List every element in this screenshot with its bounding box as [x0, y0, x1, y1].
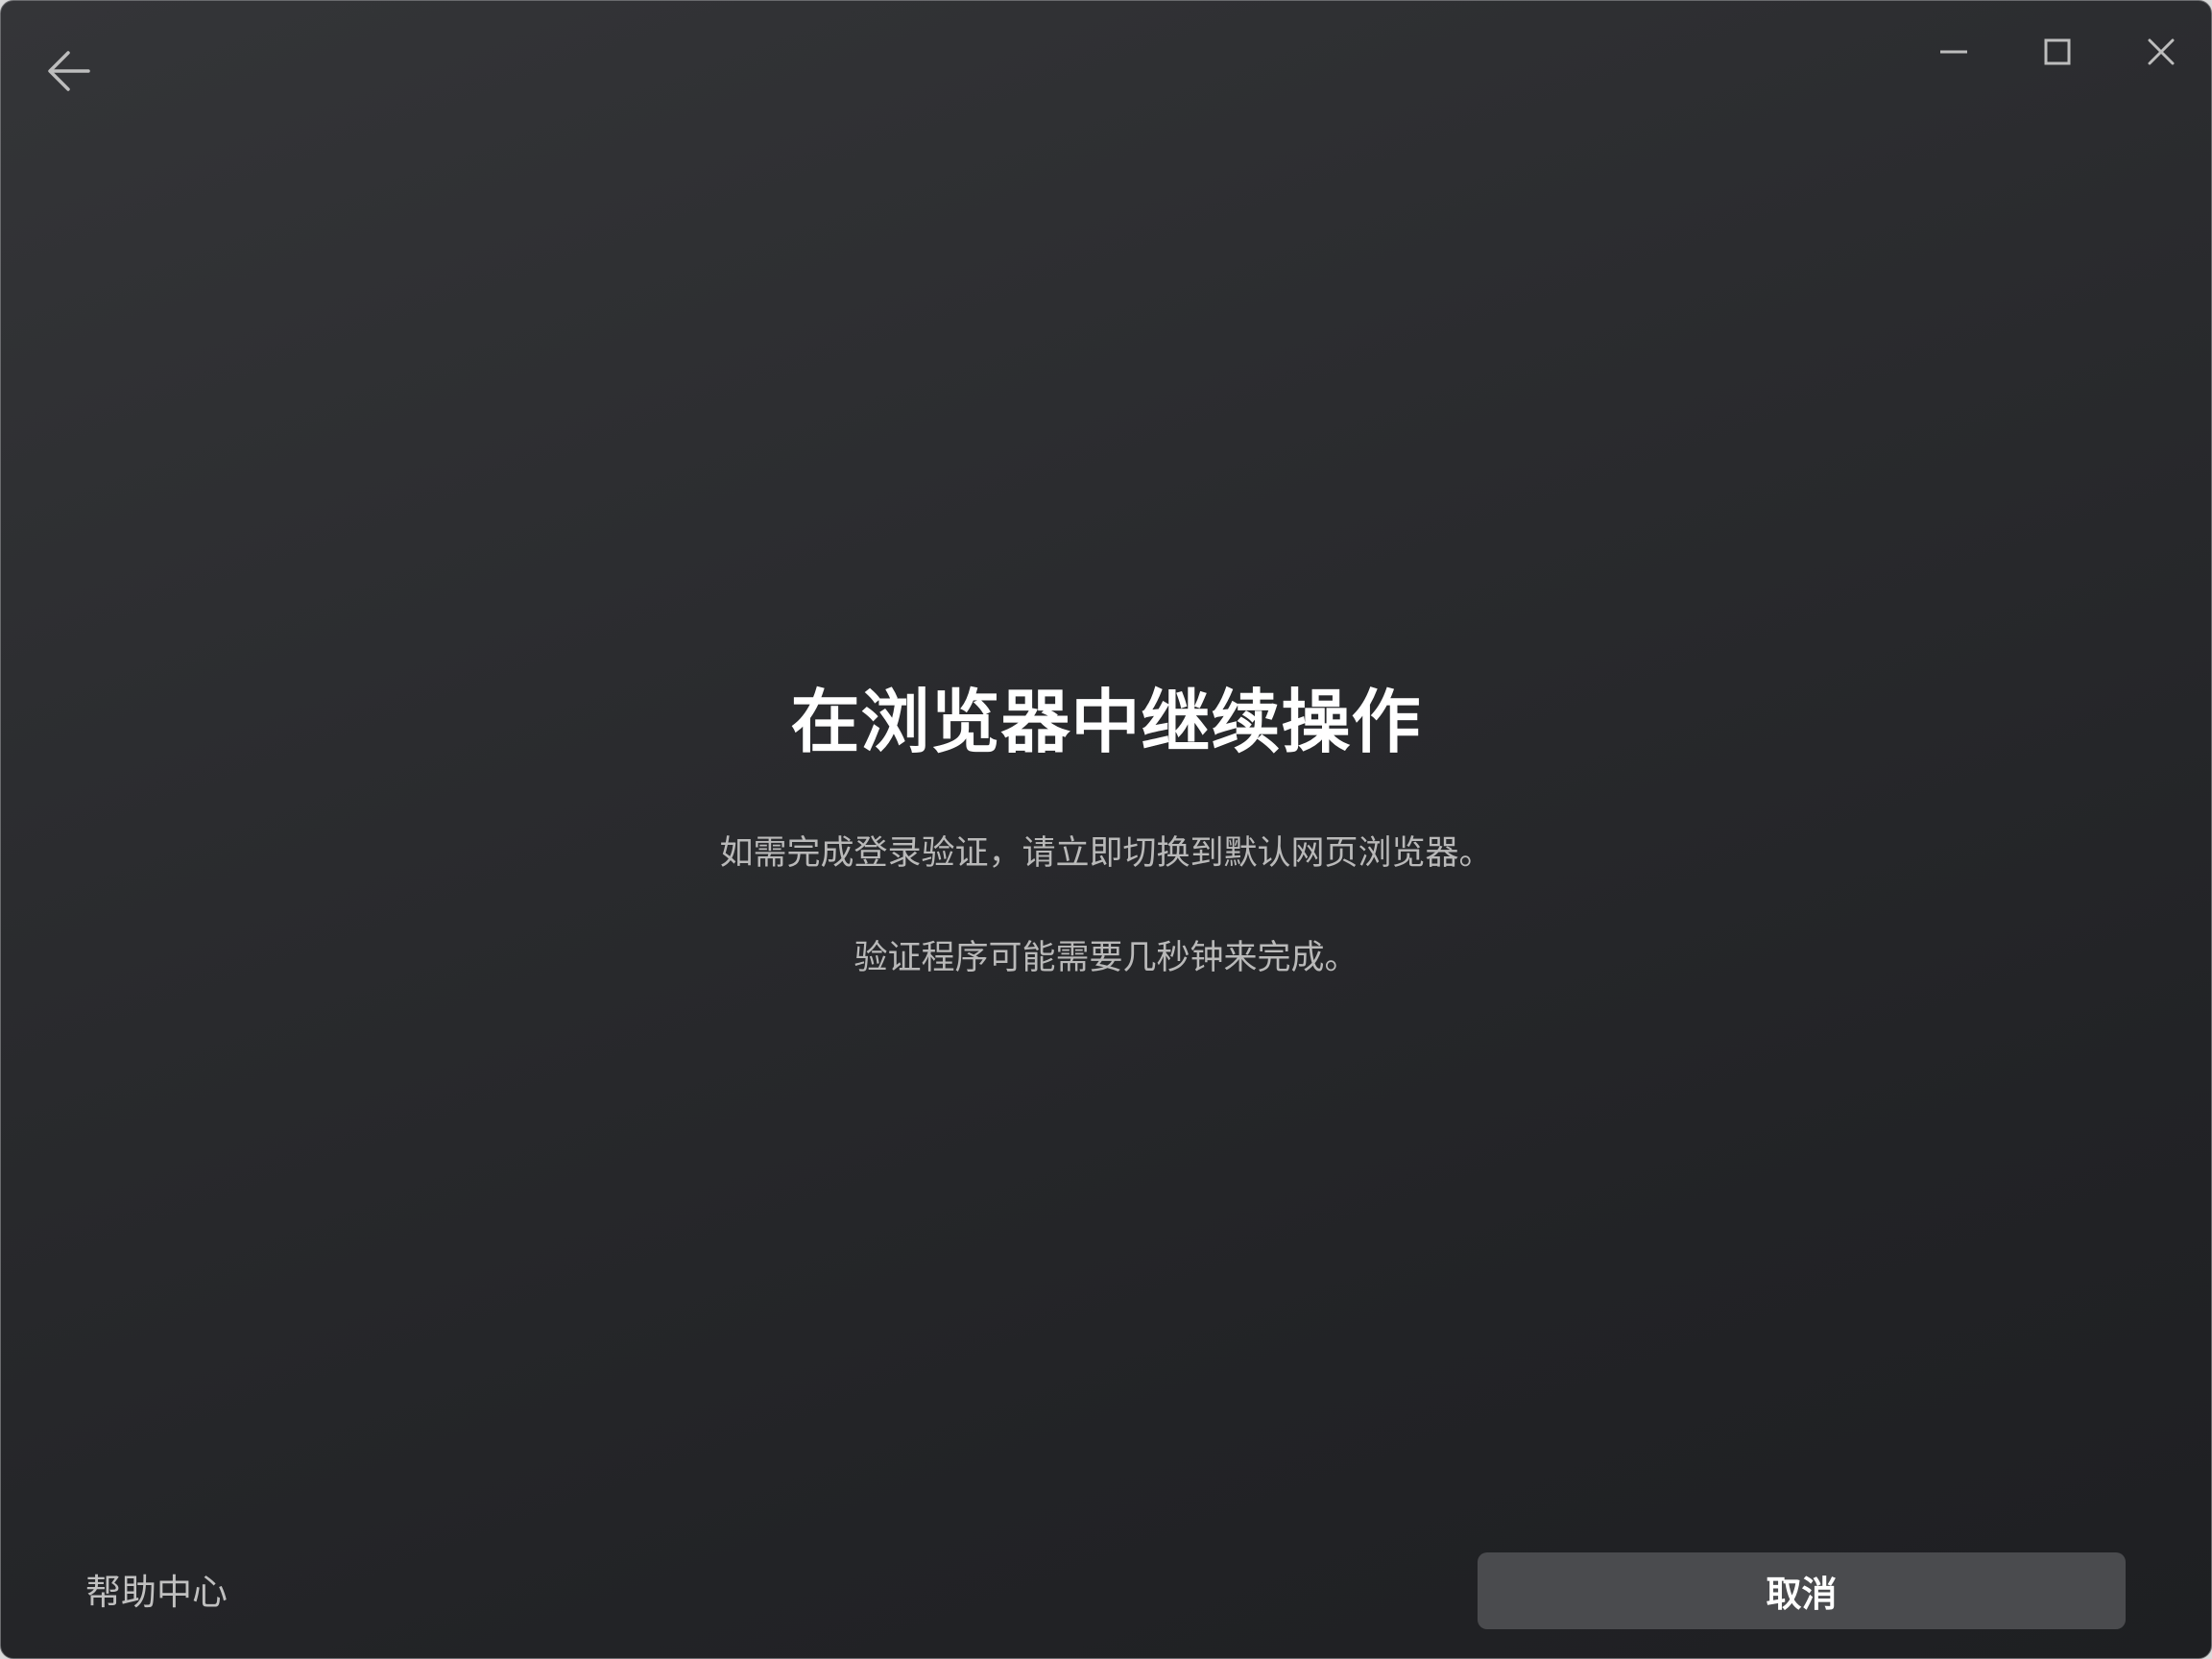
arrow-left-icon: [47, 50, 91, 92]
close-button[interactable]: [2128, 20, 2194, 84]
maximize-icon: [2044, 38, 2071, 65]
close-icon: [2148, 38, 2175, 65]
cancel-button[interactable]: 取消: [1478, 1552, 2126, 1629]
back-button[interactable]: [36, 37, 103, 105]
cancel-button-label: 取消: [1766, 1575, 1838, 1614]
minimize-button[interactable]: [1921, 20, 1986, 84]
minimize-icon: [1939, 49, 1968, 55]
maximize-button[interactable]: [2025, 20, 2090, 84]
sign-in-window: 在浏览器中继续操作 如需完成登录验证，请立即切换到默认网页浏览器。 验证程序可能…: [0, 0, 2212, 1659]
duration-note: 验证程序可能需要几秒钟来完成。: [854, 939, 1358, 976]
help-center-link[interactable]: 帮助中心: [85, 1572, 228, 1614]
page-heading: 在浏览器中继续操作: [790, 685, 1422, 761]
instruction-text: 如需完成登录验证，请立即切换到默认网页浏览器。: [719, 834, 1493, 872]
